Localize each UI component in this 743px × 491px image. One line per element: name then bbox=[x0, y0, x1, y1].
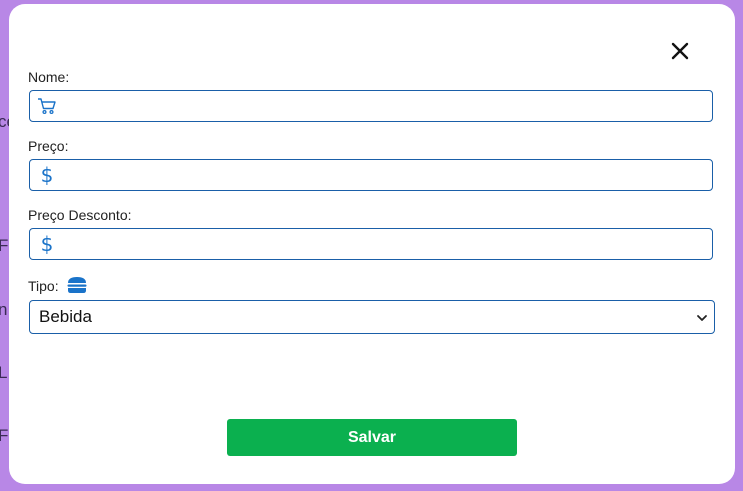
nome-label: Nome: bbox=[28, 69, 70, 85]
product-modal: Nome: Preço: $ Preço Desconto: $ Tipo: B… bbox=[9, 4, 735, 484]
nome-input[interactable] bbox=[63, 90, 712, 122]
tipo-selected-value: Bebida bbox=[39, 307, 92, 326]
preco-desconto-label: Preço Desconto: bbox=[28, 207, 132, 223]
nome-field[interactable] bbox=[29, 90, 713, 122]
preco-label: Preço: bbox=[28, 138, 69, 154]
background-text-fragment: L bbox=[0, 363, 8, 382]
dollar-glyph: $ bbox=[40, 163, 54, 187]
preco-desconto-field[interactable]: $ bbox=[29, 228, 713, 260]
tipo-label: Tipo: bbox=[28, 278, 59, 294]
preco-field[interactable]: $ bbox=[29, 159, 713, 191]
dollar-glyph: $ bbox=[40, 232, 54, 256]
save-button[interactable]: Salvar bbox=[227, 419, 517, 456]
preco-input[interactable] bbox=[63, 159, 712, 191]
close-icon[interactable] bbox=[669, 40, 691, 62]
dollar-icon: $ bbox=[37, 165, 57, 185]
preco-desconto-input[interactable] bbox=[63, 228, 712, 260]
burger-icon bbox=[66, 276, 88, 294]
tipo-select[interactable]: Bebida bbox=[29, 300, 715, 334]
dollar-icon: $ bbox=[37, 234, 57, 254]
cart-icon bbox=[37, 96, 57, 116]
chevron-down-icon bbox=[696, 311, 708, 323]
